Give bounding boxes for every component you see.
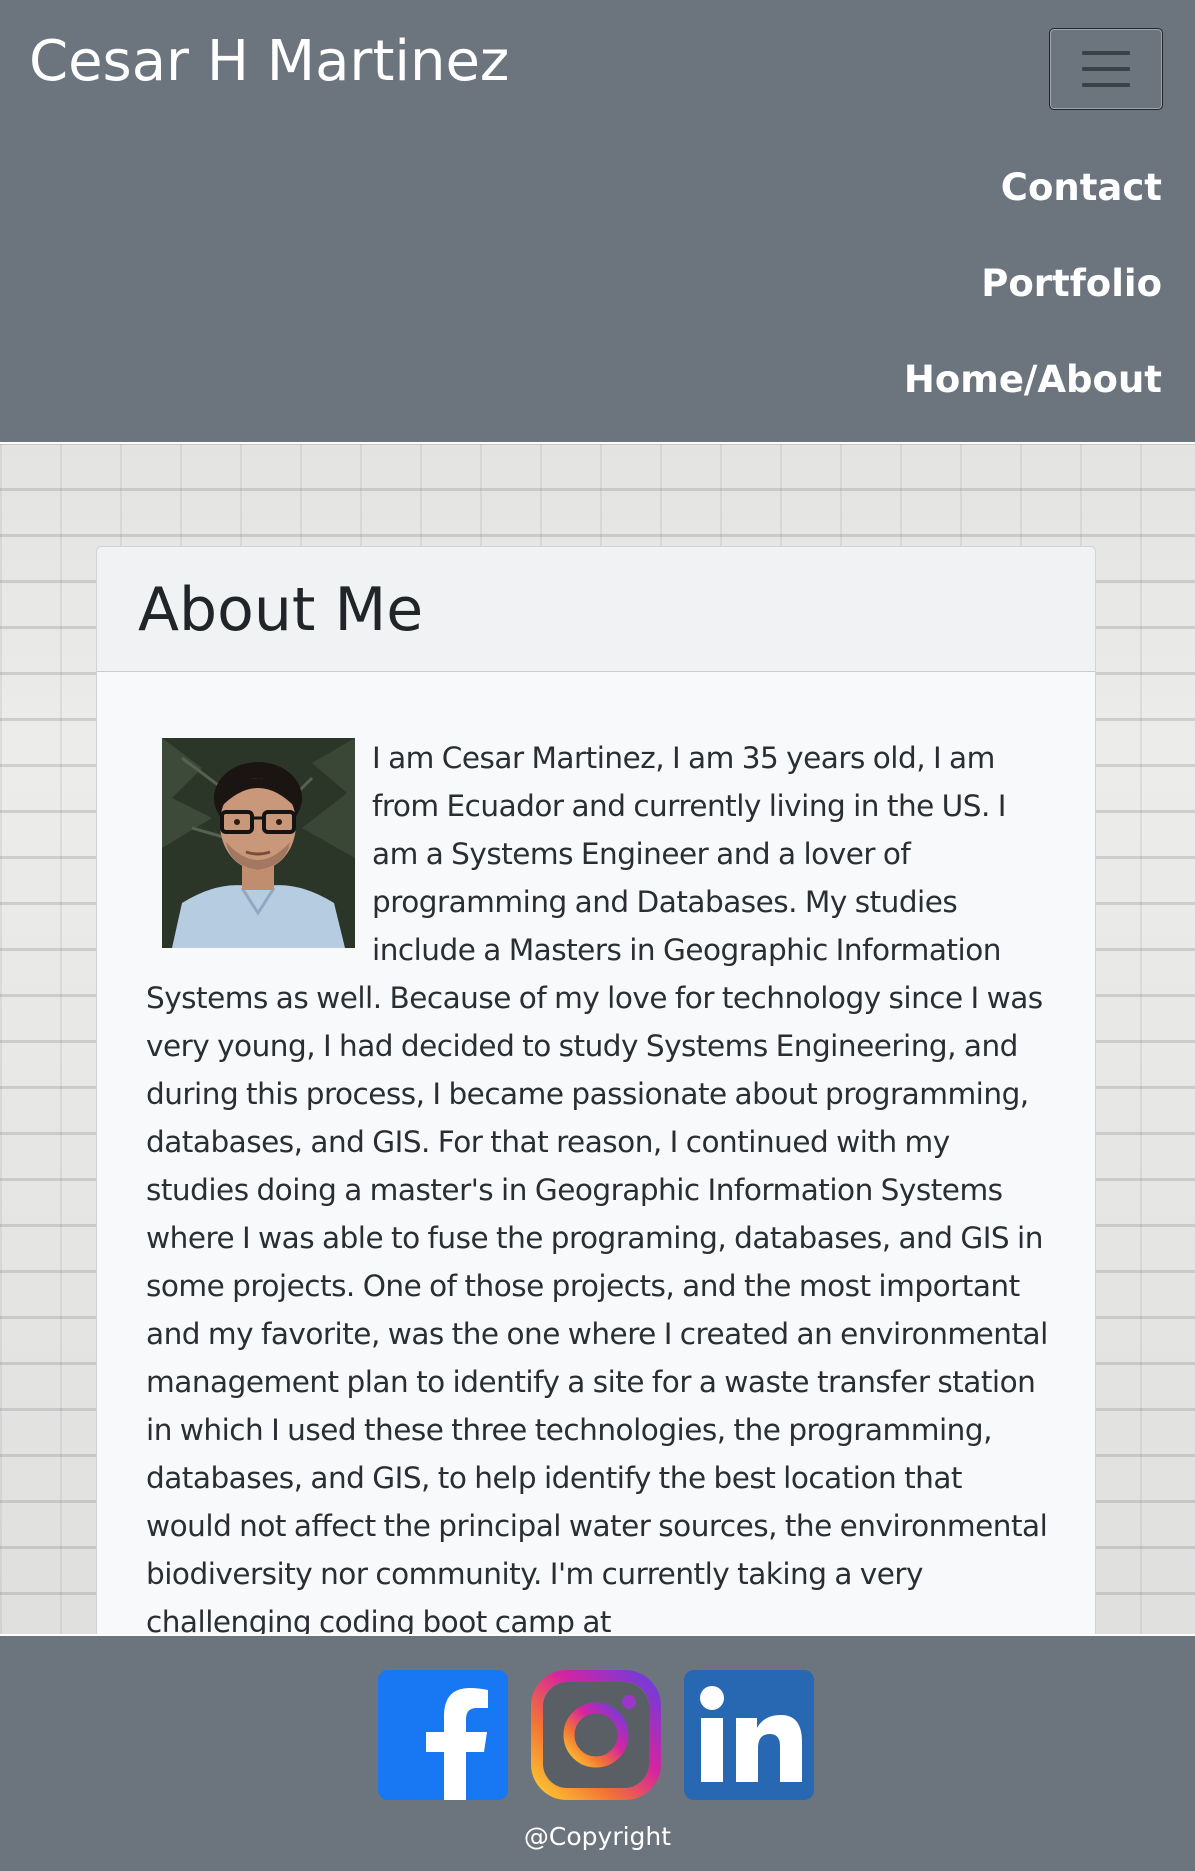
card-body: I am Cesar Martinez, I am 35 years old, … bbox=[97, 672, 1095, 1646]
navbar: Cesar H Martinez Contact Portfolio Home/… bbox=[0, 0, 1195, 444]
nav-link-contact[interactable]: Contact bbox=[904, 140, 1162, 236]
nav-links: Contact Portfolio Home/About bbox=[904, 140, 1162, 428]
brand-name[interactable]: Cesar H Martinez bbox=[29, 22, 509, 102]
footer: @Copyright bbox=[0, 1634, 1195, 1871]
card-header: About Me bbox=[97, 547, 1095, 672]
linkedin-icon[interactable] bbox=[684, 1670, 814, 1800]
instagram-icon[interactable] bbox=[531, 1670, 661, 1800]
nav-link-portfolio[interactable]: Portfolio bbox=[904, 236, 1162, 332]
hamburger-menu-icon[interactable] bbox=[1049, 28, 1163, 110]
facebook-icon[interactable] bbox=[378, 1670, 508, 1800]
copyright-text: @Copyright bbox=[523, 1822, 672, 1851]
about-card: About Me I am Cesar Martinez, I am 35 ye… bbox=[96, 546, 1096, 1696]
page-title: About Me bbox=[138, 575, 424, 645]
profile-photo bbox=[162, 738, 355, 948]
nav-link-home-about[interactable]: Home/About bbox=[904, 332, 1162, 428]
